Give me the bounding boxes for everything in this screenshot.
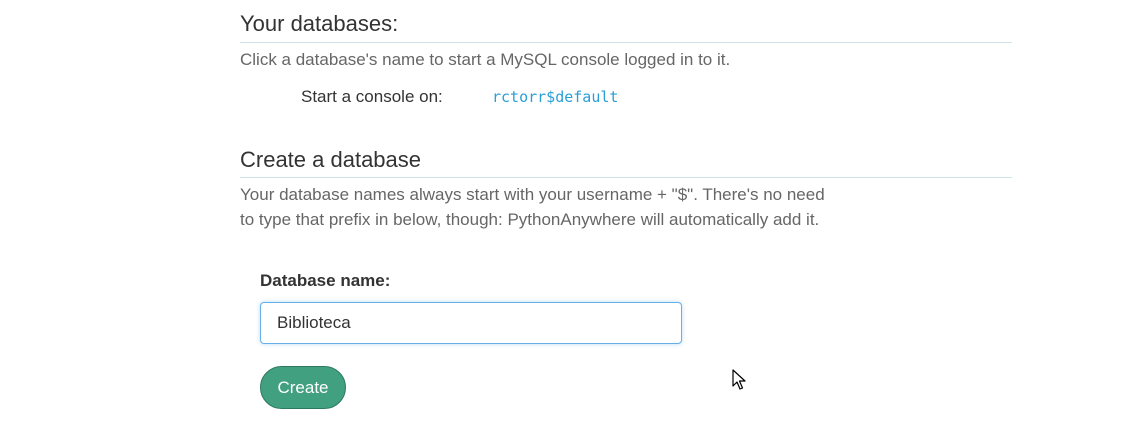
databases-description: Click a database's name to start a MySQL… <box>240 50 731 69</box>
create-button[interactable]: Create <box>260 366 346 409</box>
create-database-heading: Create a database <box>240 147 422 172</box>
database-name-label: Database name: <box>260 271 391 290</box>
your-databases-heading: Your databases: <box>240 11 399 36</box>
console-label: Start a console on: <box>301 87 443 106</box>
section-divider <box>240 42 1012 43</box>
mouse-pointer-icon <box>732 369 746 390</box>
database-console-link[interactable]: rctorr$default <box>492 88 618 106</box>
create-database-description: Your database names always start with yo… <box>240 185 825 229</box>
console-row: Start a console on: rctorr$default <box>301 86 618 108</box>
databases-page: Your databases: Click a database's name … <box>0 0 1140 438</box>
database-name-input[interactable] <box>260 302 682 344</box>
section-divider <box>240 177 1012 178</box>
